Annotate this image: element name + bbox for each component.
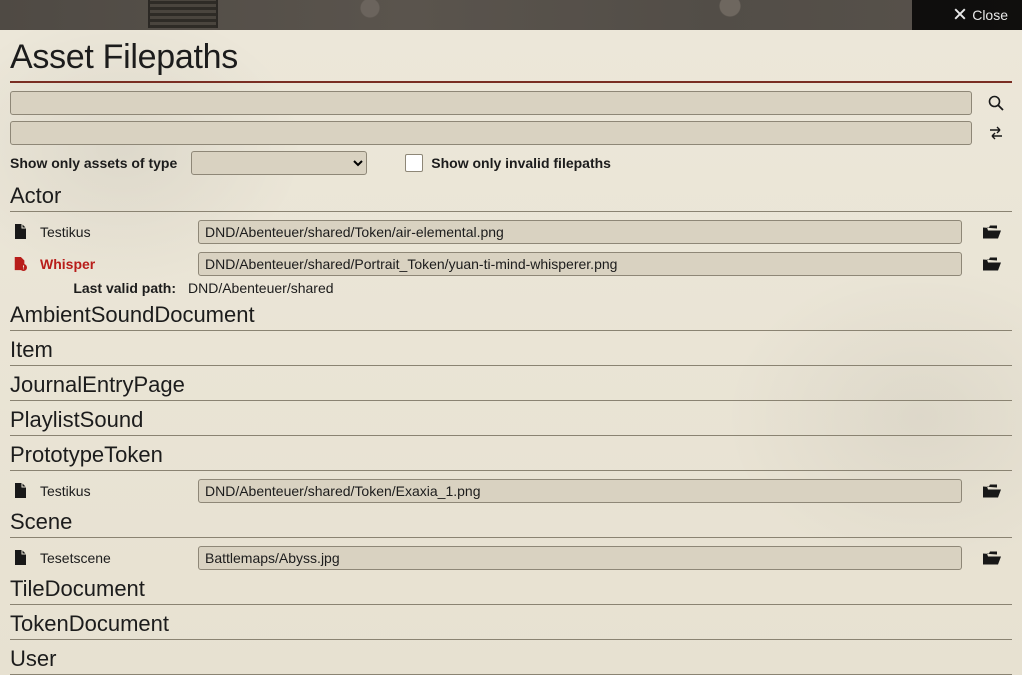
asset-filepaths-panel: Asset Filepaths Show only assets of type… <box>0 30 1022 675</box>
invalid-only-label: Show only invalid filepaths <box>431 155 611 171</box>
section-journal: JournalEntryPage <box>10 372 1012 401</box>
type-select[interactable] <box>191 151 367 175</box>
asset-name[interactable]: Testikus <box>40 483 188 499</box>
folder-open-icon[interactable] <box>972 225 1012 240</box>
map-stairs-decoration <box>148 0 218 28</box>
file-warning-icon <box>10 256 30 272</box>
section-actor: Actor <box>10 183 1012 212</box>
filter-type-label: Show only assets of type <box>10 155 177 171</box>
section-token-document: TokenDocument <box>10 611 1012 640</box>
asset-name[interactable]: Tesetscene <box>40 550 188 566</box>
search-input[interactable] <box>10 91 972 115</box>
file-icon <box>10 550 30 566</box>
section-tile-document: TileDocument <box>10 576 1012 605</box>
filter-row: Show only assets of type Show only inval… <box>10 151 1012 175</box>
asset-path-input[interactable] <box>198 546 962 570</box>
folder-open-icon[interactable] <box>972 551 1012 566</box>
asset-path-input[interactable] <box>198 479 962 503</box>
section-scene: Scene <box>10 509 1012 538</box>
section-item: Item <box>10 337 1012 366</box>
close-icon <box>954 7 966 23</box>
close-button[interactable]: Close <box>912 0 1022 30</box>
asset-row-actor-testikus: Testikus <box>10 220 1012 244</box>
asset-name[interactable]: Testikus <box>40 224 188 240</box>
search-icon[interactable] <box>980 95 1012 111</box>
page-title: Asset Filepaths <box>10 38 1012 77</box>
invalid-only-toggle[interactable]: Show only invalid filepaths <box>405 154 611 172</box>
close-label: Close <box>972 7 1008 23</box>
last-valid-value: DND/Abenteuer/shared <box>188 280 1012 296</box>
file-icon <box>10 224 30 240</box>
game-map-background <box>0 0 1022 30</box>
search-row <box>10 91 1012 115</box>
asset-name[interactable]: Whisper <box>40 256 188 272</box>
file-icon <box>10 483 30 499</box>
swap-icon[interactable] <box>980 125 1012 141</box>
asset-row-actor-whisper: Whisper <box>10 252 1012 276</box>
folder-open-icon[interactable] <box>972 484 1012 499</box>
asset-row-prototype-testikus: Testikus <box>10 479 1012 503</box>
replace-input[interactable] <box>10 121 972 145</box>
asset-path-input[interactable] <box>198 252 962 276</box>
section-ambient-sound: AmbientSoundDocument <box>10 302 1012 331</box>
checkbox-icon <box>405 154 423 172</box>
last-valid-path-row: Last valid path: DND/Abenteuer/shared <box>10 280 1012 296</box>
asset-path-input[interactable] <box>198 220 962 244</box>
replace-row <box>10 121 1012 145</box>
asset-row-scene-tesetscene: Tesetscene <box>10 546 1012 570</box>
section-playlist: PlaylistSound <box>10 407 1012 436</box>
section-prototype-token: PrototypeToken <box>10 442 1012 471</box>
last-valid-label: Last valid path: <box>10 280 188 296</box>
section-user: User <box>10 646 1012 675</box>
title-divider <box>10 81 1012 83</box>
folder-open-icon[interactable] <box>972 257 1012 272</box>
